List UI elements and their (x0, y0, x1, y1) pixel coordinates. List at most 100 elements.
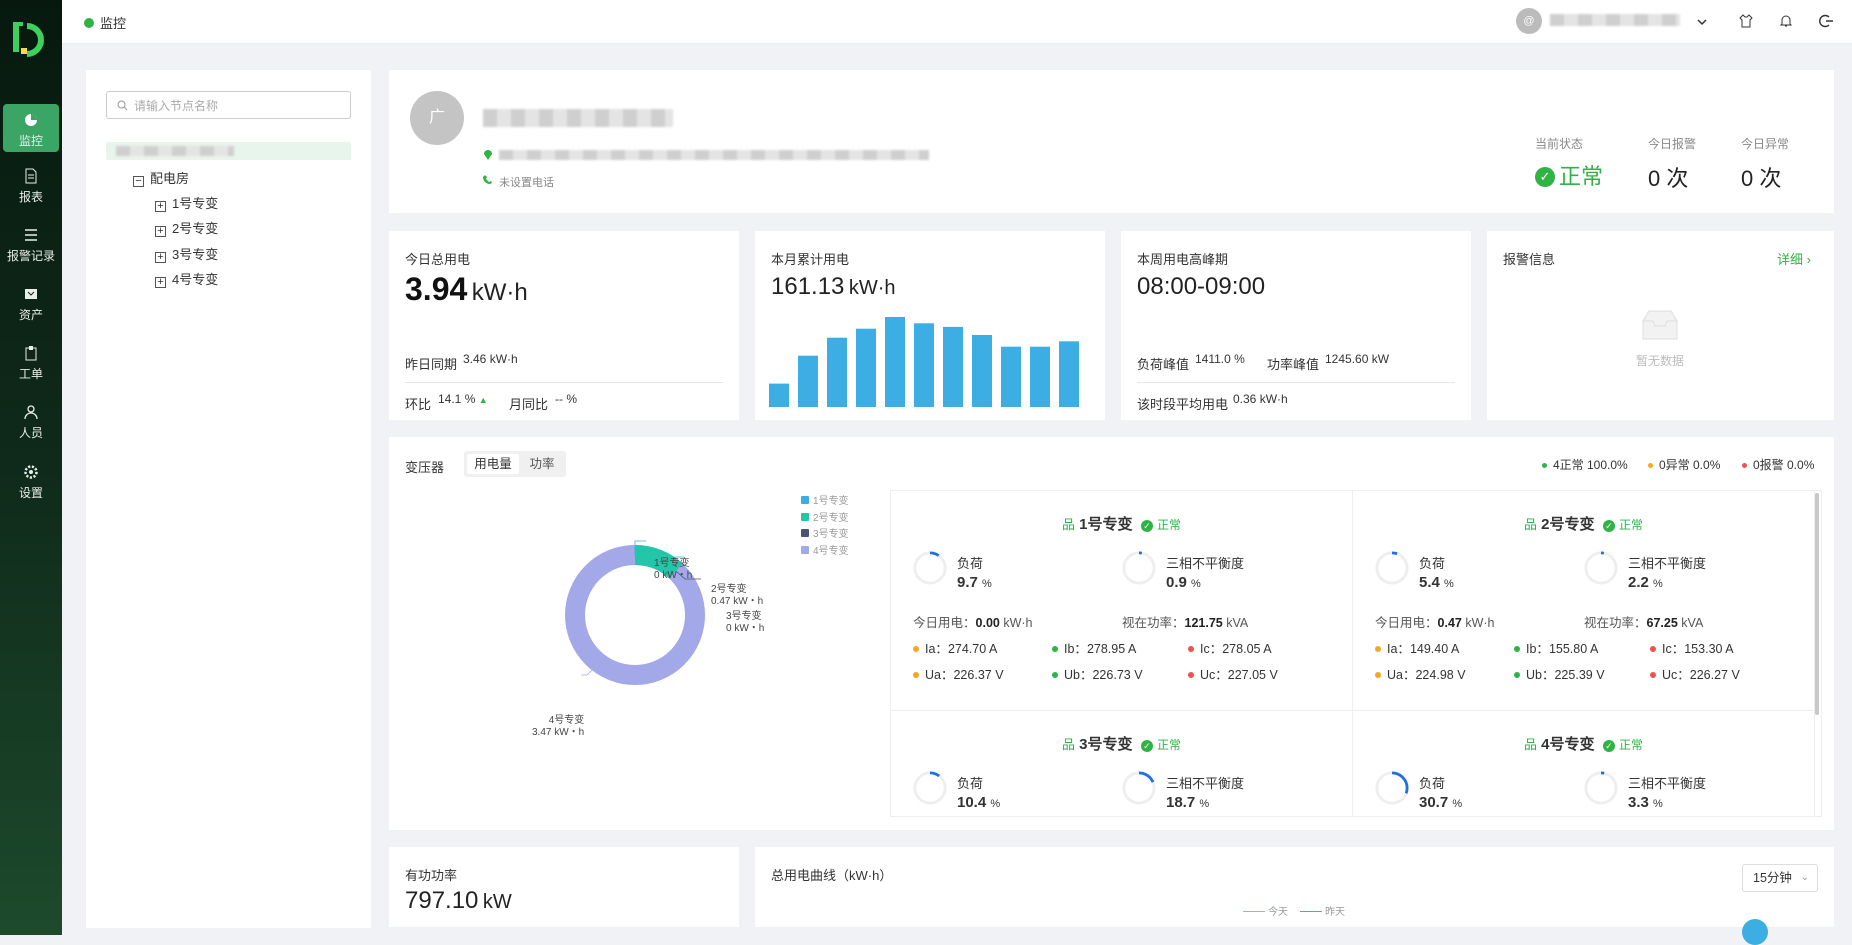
scrollbar[interactable] (1815, 493, 1819, 715)
sidebar: 监控报表报警记录资产工单人员设置 (0, 0, 62, 935)
pie-chart-icon (25, 114, 37, 126)
load-value: 10.4 % (957, 794, 1001, 811)
donut-label-2: 2号专变 0.47 kW・h (711, 584, 764, 607)
donut-label-4: 4号专变 3.47 kW・h (532, 715, 585, 738)
user-icon (24, 405, 38, 420)
tree-node-2[interactable]: +2号专变 (155, 218, 218, 237)
load-value: 30.7 % (1419, 794, 1463, 811)
tab-energy[interactable]: 用电量 (467, 454, 519, 474)
donut-label-3: 3号专变 0 kW・h (726, 611, 765, 634)
month-bar[interactable] (914, 323, 934, 407)
transformer-tile[interactable]: 品 1号专变 ✓ 正常 负荷 9.7 % 三相不平衡度 0.9 % 今日用电：0.00 k… (891, 491, 1353, 711)
nav-item-4[interactable]: 工单 (0, 331, 62, 393)
chevron-down-icon[interactable] (1696, 16, 1708, 28)
month-bar[interactable] (827, 337, 847, 407)
imbalance-value: 18.7 % (1166, 794, 1210, 811)
nav-label: 人员 (18, 426, 43, 440)
tile-header: 品 1号专变 ✓ 正常 (1061, 516, 1182, 533)
back-to-top-button[interactable] (1742, 919, 1768, 945)
load-value: 5.4 % (1419, 574, 1454, 591)
network-icon: 品 (1523, 517, 1537, 532)
transformer-tile[interactable]: 品 3号专变 ✓ 正常 负荷 10.4 % 三相不平衡度 18.7 % (891, 711, 1353, 816)
imbalance-gauge (1584, 551, 1618, 585)
nav-item-3[interactable]: 资产 (0, 272, 62, 334)
tree-node-4[interactable]: +4号专变 (155, 269, 218, 288)
site-avatar: 广 (410, 91, 464, 145)
network-icon: 品 (1061, 517, 1075, 532)
donut-legend: 1号专变 2号专变 3号专变 4号专变 (801, 494, 849, 560)
load-gauge (1375, 551, 1409, 585)
alarm-detail-link[interactable]: 详细 › (1777, 249, 1811, 268)
ok-icon: ✓ (1140, 520, 1153, 532)
month-bar[interactable] (798, 355, 818, 407)
tree-node-3[interactable]: +3号专变 (155, 244, 218, 263)
month-bar[interactable] (1030, 346, 1050, 407)
avatar[interactable]: @ (1516, 8, 1542, 34)
summary-alarm: 0报警 0.0% (1742, 456, 1814, 473)
month-bar[interactable] (1059, 341, 1079, 407)
legend-item-3[interactable]: 3号专变 (801, 527, 849, 544)
imbalance-value: 2.2 % (1628, 574, 1663, 591)
gear-icon (24, 465, 38, 479)
load-peak-label: 负荷峰值 (1137, 357, 1190, 372)
file-icon (25, 168, 37, 184)
site-name (483, 109, 673, 127)
phase-ic: Ic：153.30 A (1650, 638, 1734, 657)
tab-power[interactable]: 功率 (522, 454, 562, 474)
search-input[interactable]: 请输入节点名称 (106, 91, 351, 119)
month-bar[interactable] (885, 317, 905, 407)
month-yoy-label: 月同比 (509, 397, 549, 412)
month-bar[interactable] (769, 383, 789, 407)
arrow-up-icon: ▲ (478, 395, 488, 405)
month-bar[interactable] (856, 328, 876, 407)
avg-label: 该时段平均用电 (1137, 397, 1229, 412)
legend-item-1[interactable]: 1号专变 (801, 494, 849, 511)
nav-item-0[interactable]: 监控 (3, 104, 59, 152)
curve-label: 总用电曲线（kW·h） (771, 868, 893, 883)
legend-today[interactable]: 今天 (1243, 903, 1288, 918)
alarm-info-label: 报警信息 (1503, 252, 1556, 267)
transformer-label: 变压器 (405, 460, 445, 475)
tree-node-room[interactable]: − 配电房 (133, 168, 189, 187)
transformer-tile[interactable]: 品 2号专变 ✓ 正常 负荷 5.4 % 三相不平衡度 2.2 % 今日用电：0.47 k… (1353, 491, 1815, 711)
legend-item-4[interactable]: 4号专变 (801, 544, 849, 561)
nav-item-6[interactable]: 设置 (0, 450, 62, 512)
load-peak-value: 1411.0 % (1195, 352, 1245, 366)
location-icon (484, 150, 492, 160)
legend-item-2[interactable]: 2号专变 (801, 511, 849, 528)
nav-item-5[interactable]: 人员 (0, 390, 62, 452)
load-gauge (913, 771, 947, 805)
today-usage: 今日用电：0.47 kW·h (1375, 616, 1495, 630)
legend-yesterday[interactable]: 昨天 (1300, 903, 1345, 918)
interval-select[interactable]: 15分钟 ⌄ (1742, 864, 1818, 892)
donut-label-1: 1号专变 0 kW・h (654, 558, 693, 581)
power-peak-value: 1245.60 kW (1325, 352, 1390, 366)
status-badge: ✓ 正常 (1535, 159, 1603, 191)
tree-node-1[interactable]: +1号专变 (155, 193, 218, 212)
bell-icon[interactable] (1778, 13, 1794, 29)
username[interactable] (1550, 14, 1680, 26)
month-bar[interactable] (972, 335, 992, 407)
power-value: 797.10 kW (405, 887, 512, 914)
nav-item-2[interactable]: 报警记录 (0, 213, 62, 275)
logout-icon[interactable] (1818, 13, 1834, 29)
transformer-grid: 品 1号专变 ✓ 正常 负荷 9.7 % 三相不平衡度 0.9 % 今日用电：0.00 k… (890, 490, 1822, 817)
brand-logo (13, 22, 44, 57)
month-bar[interactable] (1001, 346, 1021, 407)
nav-label: 资产 (18, 308, 43, 322)
tree-root-node[interactable] (106, 142, 351, 160)
transformer-tile[interactable]: 品 4号专变 ✓ 正常 负荷 30.7 % 三相不平衡度 3.3 % (1353, 711, 1815, 816)
mom-value: 14.1 % ▲ (438, 392, 488, 406)
phase-ic: Ic：278.05 A (1188, 638, 1272, 657)
abnormal-count: 0 次 (1741, 166, 1782, 191)
imbalance-label: 三相不平衡度 (1628, 556, 1707, 571)
mom-label: 环比 (405, 397, 432, 412)
nav-item-1[interactable]: 报表 (0, 154, 62, 216)
nav-label: 报表 (18, 190, 43, 204)
month-bar[interactable] (943, 326, 963, 407)
shirt-icon[interactable] (1738, 13, 1754, 29)
peak-value: 08:00-09:00 (1137, 273, 1266, 300)
phase-ub: Ub：226.73 V (1052, 664, 1143, 683)
load-label: 负荷 (957, 776, 984, 791)
alarm-count: 0 次 (1648, 166, 1689, 191)
